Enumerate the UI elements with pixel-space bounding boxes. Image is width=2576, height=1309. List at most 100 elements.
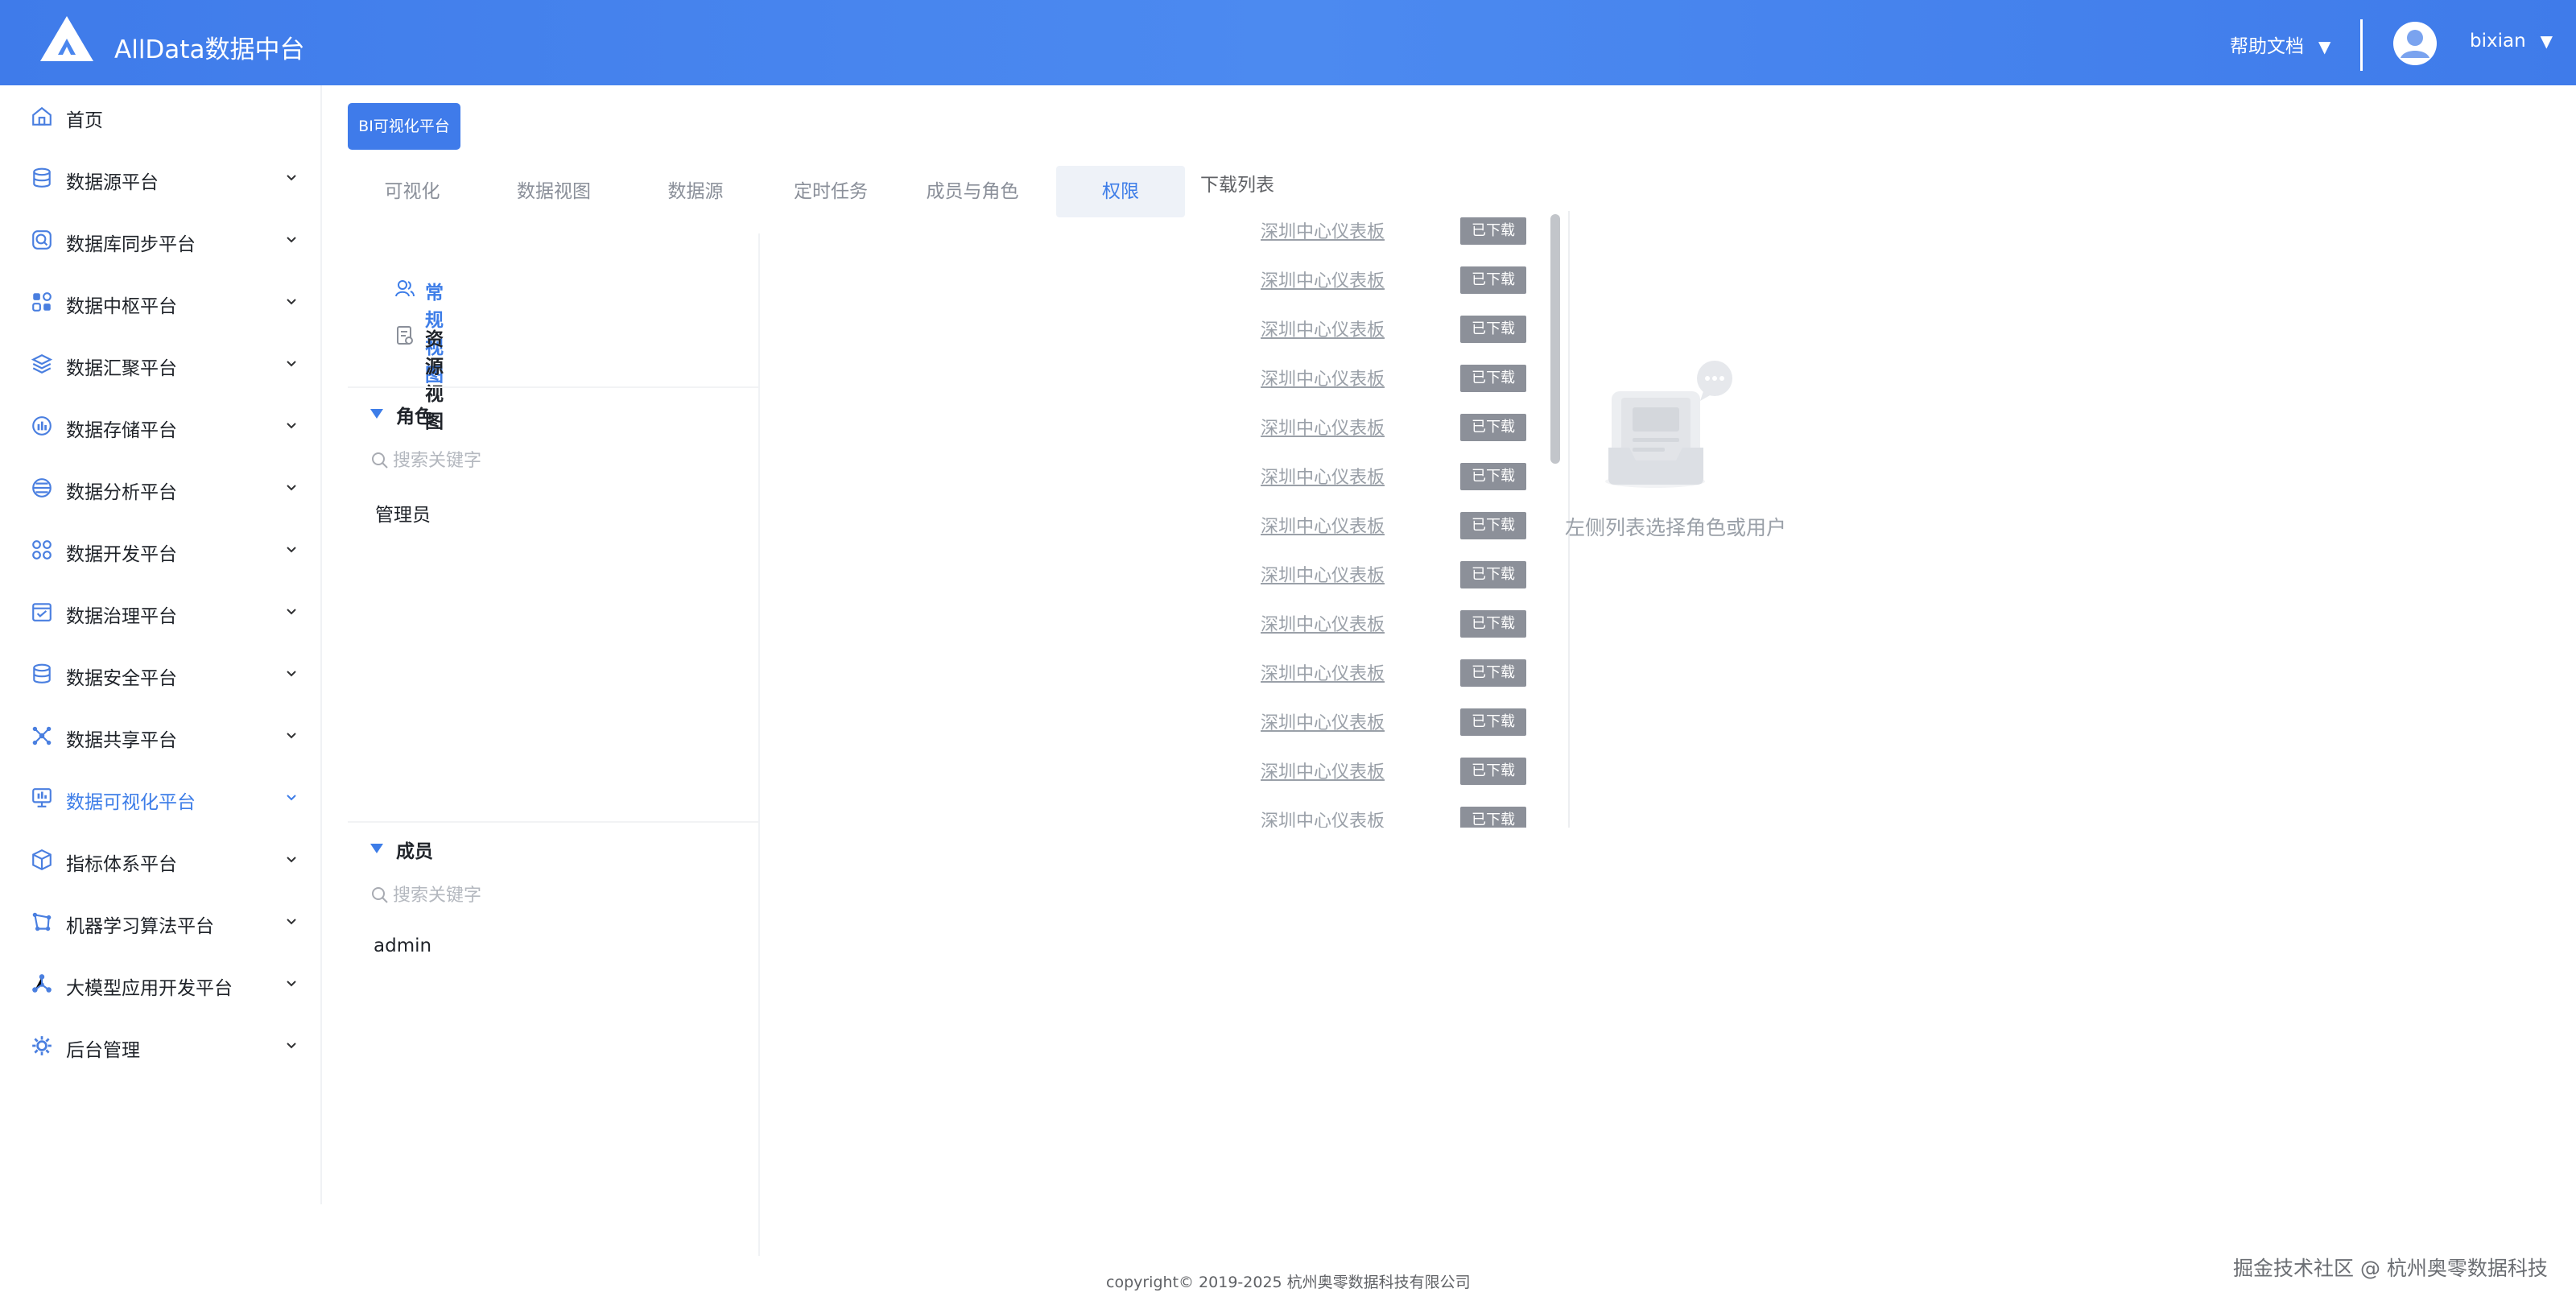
download-item-link[interactable]: 深圳中心仪表板 [1261, 708, 1385, 734]
visualization-icon [32, 788, 52, 807]
sidebar-item-9[interactable]: 数据安全平台 [0, 643, 320, 704]
roles-search [370, 444, 724, 477]
alldata-logo[interactable] [39, 14, 95, 63]
members-search [370, 879, 724, 911]
chevron-down-icon [287, 733, 296, 739]
roles-title: 角色 [396, 407, 433, 427]
role-item[interactable]: 管理员 [375, 499, 431, 526]
footer-copyright: copyright© 2019-2025 杭州奥零数据科技有限公司 [1106, 1274, 1471, 1291]
sidebar-item-label: 数据安全平台 [66, 668, 177, 689]
sidebar-item-15[interactable]: 后台管理 [0, 1015, 320, 1076]
sidebar-item-13[interactable]: 机器学习算法平台 [0, 891, 320, 952]
help-docs-menu[interactable]: 帮助文档 ▼ [2230, 31, 2330, 58]
sidebar-item-7[interactable]: 数据开发平台 [0, 519, 320, 580]
sidebar-item-11[interactable]: 数据可视化平台 [0, 767, 320, 828]
download-item-link[interactable]: 深圳中心仪表板 [1261, 561, 1385, 587]
bi-platform-button[interactable]: BI可视化平台 [348, 103, 460, 150]
empty-state-text: 左侧列表选择角色或用户 [1565, 516, 1787, 539]
download-item-link[interactable]: 深圳中心仪表板 [1261, 414, 1385, 440]
sidebar-item-4[interactable]: 数据汇聚平台 [0, 333, 320, 394]
share-icon [32, 726, 52, 745]
chevron-down-icon [287, 1043, 296, 1049]
user-menu[interactable]: bixian ▼ [2470, 31, 2553, 52]
tab-permissions[interactable]: 权限 [1056, 166, 1185, 217]
download-item-link[interactable]: 深圳中心仪表板 [1261, 217, 1385, 243]
chevron-down-icon [287, 919, 296, 925]
help-docs-label: 帮助文档 [2230, 36, 2304, 57]
download-item-link[interactable]: 深圳中心仪表板 [1261, 365, 1385, 390]
sidebar-item-6[interactable]: 数据分析平台 [0, 457, 320, 518]
sidebar-item-10[interactable]: 数据共享平台 [0, 705, 320, 766]
status-badge: 已下载 [1460, 463, 1526, 490]
member-item[interactable]: admin [374, 935, 431, 956]
avatar[interactable] [2392, 21, 2438, 66]
chevron-down-icon [287, 547, 296, 553]
llm-icon [32, 974, 52, 993]
download-item-link[interactable]: 深圳中心仪表板 [1261, 610, 1385, 636]
sync-icon [32, 230, 52, 250]
status-badge: 已下载 [1460, 610, 1526, 638]
sidebar-item-8[interactable]: 数据治理平台 [0, 581, 320, 642]
permission-left-panel: 常规视图 资源视图 角色 管理员 成员 admin [348, 233, 760, 1256]
sidebar-item-label: 首页 [66, 110, 103, 131]
chevron-down-icon [287, 857, 296, 863]
sidebar-item-0[interactable]: 首页 [0, 85, 320, 147]
sidebar-item-5[interactable]: 数据存储平台 [0, 395, 320, 456]
download-item-link[interactable]: 深圳中心仪表板 [1261, 807, 1385, 828]
download-row: 深圳中心仪表板 已下载 [1261, 312, 1526, 345]
chevron-down-icon [287, 237, 296, 243]
gear-icon [32, 1036, 52, 1055]
chevron-down-icon [287, 423, 296, 429]
status-badge: 已下载 [1460, 217, 1526, 245]
sidebar-item-label: 数据存储平台 [66, 420, 177, 441]
download-item-link[interactable]: 深圳中心仪表板 [1261, 316, 1385, 341]
tab-visualization[interactable]: 可视化 [348, 166, 477, 217]
download-item-link[interactable]: 深圳中心仪表板 [1261, 463, 1385, 489]
roles-search-input[interactable] [393, 444, 715, 477]
home-icon [32, 106, 52, 126]
chevron-down-icon [287, 361, 296, 367]
sidebar-item-label: 数据治理平台 [66, 606, 177, 627]
sidebar-item-label: 大模型应用开发平台 [66, 978, 233, 999]
divider [348, 821, 758, 823]
divider [348, 386, 758, 388]
chevron-down-icon [287, 981, 296, 987]
tab-members-roles[interactable]: 成员与角色 [902, 166, 1043, 217]
sidebar-item-label: 数据中枢平台 [66, 296, 177, 317]
status-badge: 已下载 [1460, 807, 1526, 828]
download-item-link[interactable]: 深圳中心仪表板 [1261, 659, 1385, 685]
cube-icon [32, 849, 52, 871]
tab-data-view[interactable]: 数据视图 [477, 166, 631, 217]
header-divider [2360, 19, 2363, 71]
file-icon [397, 326, 413, 345]
download-row: 深圳中心仪表板 已下载 [1261, 803, 1526, 828]
status-badge: 已下载 [1460, 561, 1526, 588]
chevron-down-icon [287, 671, 296, 677]
search-icon [372, 452, 388, 469]
download-item-link[interactable]: 深圳中心仪表板 [1261, 758, 1385, 783]
watermark: 掘金技术社区 @ 杭州奥零数据科技 [2233, 1257, 2548, 1280]
status-badge: 已下载 [1460, 758, 1526, 785]
status-badge: 已下载 [1460, 659, 1526, 687]
sidebar-item-14[interactable]: 大模型应用开发平台 [0, 953, 320, 1014]
sidebar-item-3[interactable]: 数据中枢平台 [0, 271, 320, 332]
ml-icon [32, 912, 52, 931]
status-badge: 已下载 [1460, 316, 1526, 343]
sidebar-item-2[interactable]: 数据库同步平台 [0, 209, 320, 270]
tab-download-list[interactable]: 下载列表 [1193, 159, 1282, 211]
status-badge: 已下载 [1460, 708, 1526, 736]
tab-scheduled-tasks[interactable]: 定时任务 [760, 166, 902, 217]
scrollbar-thumb[interactable] [1550, 214, 1560, 464]
download-row: 深圳中心仪表板 已下载 [1261, 607, 1526, 639]
download-item-link[interactable]: 深圳中心仪表板 [1261, 512, 1385, 538]
sidebar-item-1[interactable]: 数据源平台 [0, 147, 320, 209]
app-title: AllData数据中台 [114, 35, 305, 64]
sidebar-item-label: 机器学习算法平台 [66, 916, 214, 937]
develop-icon [32, 540, 52, 560]
download-row: 深圳中心仪表板 已下载 [1261, 460, 1526, 492]
sidebar-item-12[interactable]: 指标体系平台 [0, 829, 320, 890]
download-item-link[interactable]: 深圳中心仪表板 [1261, 266, 1385, 292]
members-search-input[interactable] [393, 879, 715, 911]
tab-data-source[interactable]: 数据源 [631, 166, 760, 217]
download-row: 深圳中心仪表板 已下载 [1261, 263, 1526, 295]
